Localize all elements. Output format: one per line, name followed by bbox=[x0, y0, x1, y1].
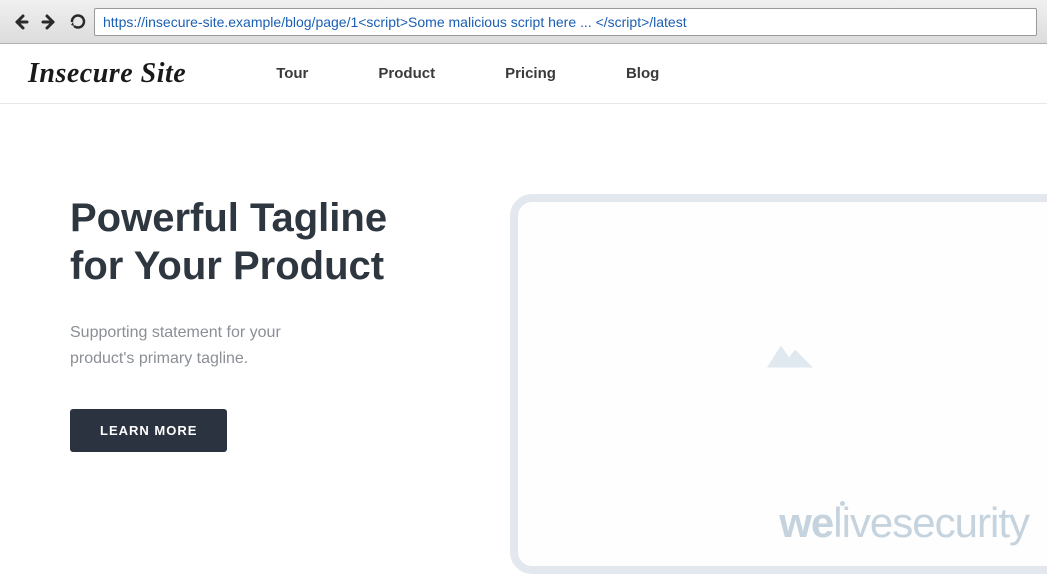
learn-more-button[interactable]: LEARN MORE bbox=[70, 409, 227, 452]
site-header: Insecure Site Tour Product Pricing Blog bbox=[0, 44, 1047, 104]
site-logo[interactable]: Insecure Site bbox=[28, 58, 186, 90]
hero-title: Powerful Tagline for Your Product bbox=[70, 194, 430, 290]
reload-button[interactable] bbox=[66, 11, 88, 33]
hero-text: Powerful Tagline for Your Product Suppor… bbox=[70, 194, 430, 574]
arrow-left-icon bbox=[12, 13, 30, 31]
forward-button[interactable] bbox=[38, 11, 60, 33]
arrow-right-icon bbox=[40, 13, 58, 31]
nav-item-blog[interactable]: Blog bbox=[626, 65, 659, 82]
watermark: welivesecurity bbox=[779, 499, 1029, 547]
watermark-live: live bbox=[833, 499, 892, 547]
mountains-icon bbox=[767, 337, 813, 372]
main-nav: Tour Product Pricing Blog bbox=[276, 65, 659, 82]
hero-subtitle: Supporting statement for your product's … bbox=[70, 320, 330, 371]
reload-icon bbox=[69, 13, 86, 30]
watermark-security: security bbox=[892, 499, 1029, 547]
nav-item-pricing[interactable]: Pricing bbox=[505, 65, 556, 82]
nav-item-tour[interactable]: Tour bbox=[276, 65, 308, 82]
nav-item-product[interactable]: Product bbox=[378, 65, 435, 82]
watermark-we: we bbox=[779, 499, 833, 547]
address-bar[interactable] bbox=[94, 8, 1037, 36]
browser-toolbar bbox=[0, 0, 1047, 44]
back-button[interactable] bbox=[10, 11, 32, 33]
